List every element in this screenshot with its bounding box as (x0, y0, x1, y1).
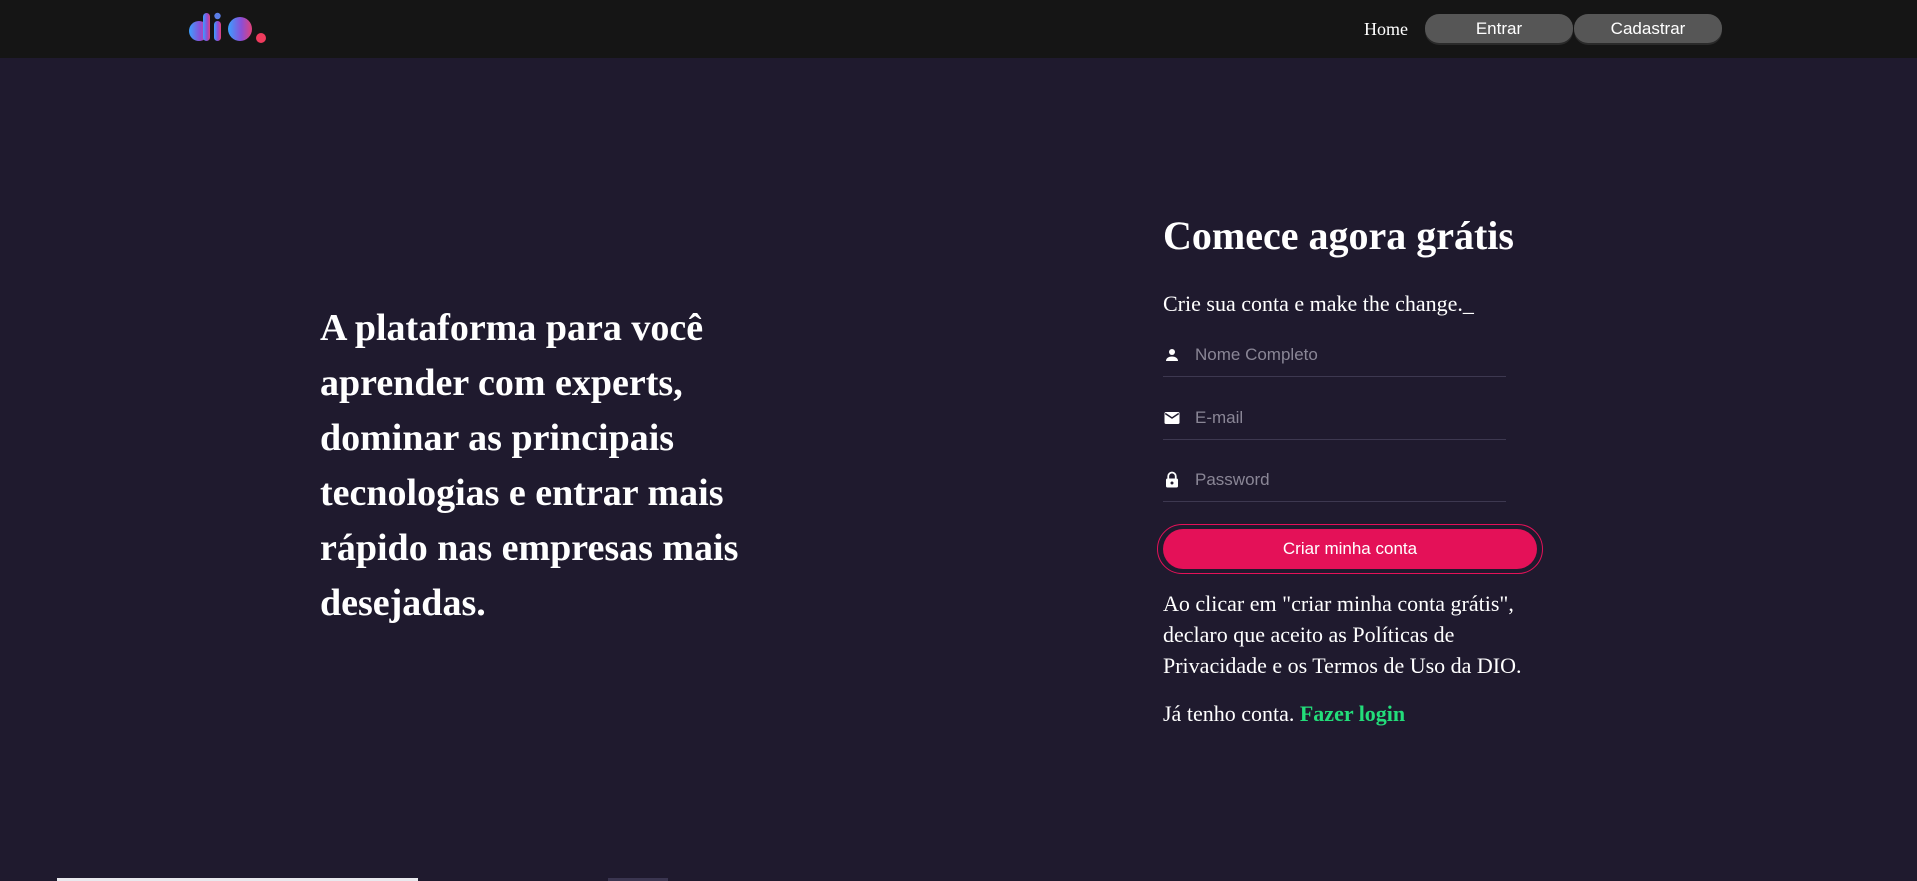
create-account-button-outline: Criar minha conta (1157, 524, 1543, 574)
name-input[interactable] (1195, 340, 1495, 370)
signup-title: Comece agora grátis (1163, 213, 1514, 258)
entrar-button[interactable]: Entrar (1425, 14, 1573, 43)
mail-icon (1164, 412, 1180, 424)
nav-home-link[interactable]: Home (1364, 19, 1408, 40)
password-field (1163, 465, 1506, 502)
login-link[interactable]: Fazer login (1300, 701, 1405, 726)
lock-icon (1166, 471, 1178, 488)
login-prompt: Já tenho conta. Fazer login (1163, 701, 1405, 727)
have-account-text: Já tenho conta. (1163, 701, 1295, 726)
person-icon (1166, 349, 1178, 361)
top-navbar: Home Entrar Cadastrar (0, 0, 1917, 58)
hero-headline: A plataforma para você aprender com expe… (320, 307, 739, 624)
password-input[interactable] (1195, 465, 1495, 495)
email-input[interactable] (1195, 403, 1495, 433)
cadastrar-button[interactable]: Cadastrar (1574, 14, 1722, 43)
terms-text: Ao clicar em "criar minha conta grátis",… (1163, 591, 1522, 678)
dio-logo[interactable] (188, 11, 270, 45)
signup-subtitle: Crie sua conta e make the change._ (1163, 291, 1474, 316)
create-account-button[interactable]: Criar minha conta (1163, 529, 1537, 569)
email-field (1163, 403, 1506, 440)
name-field (1163, 340, 1506, 377)
